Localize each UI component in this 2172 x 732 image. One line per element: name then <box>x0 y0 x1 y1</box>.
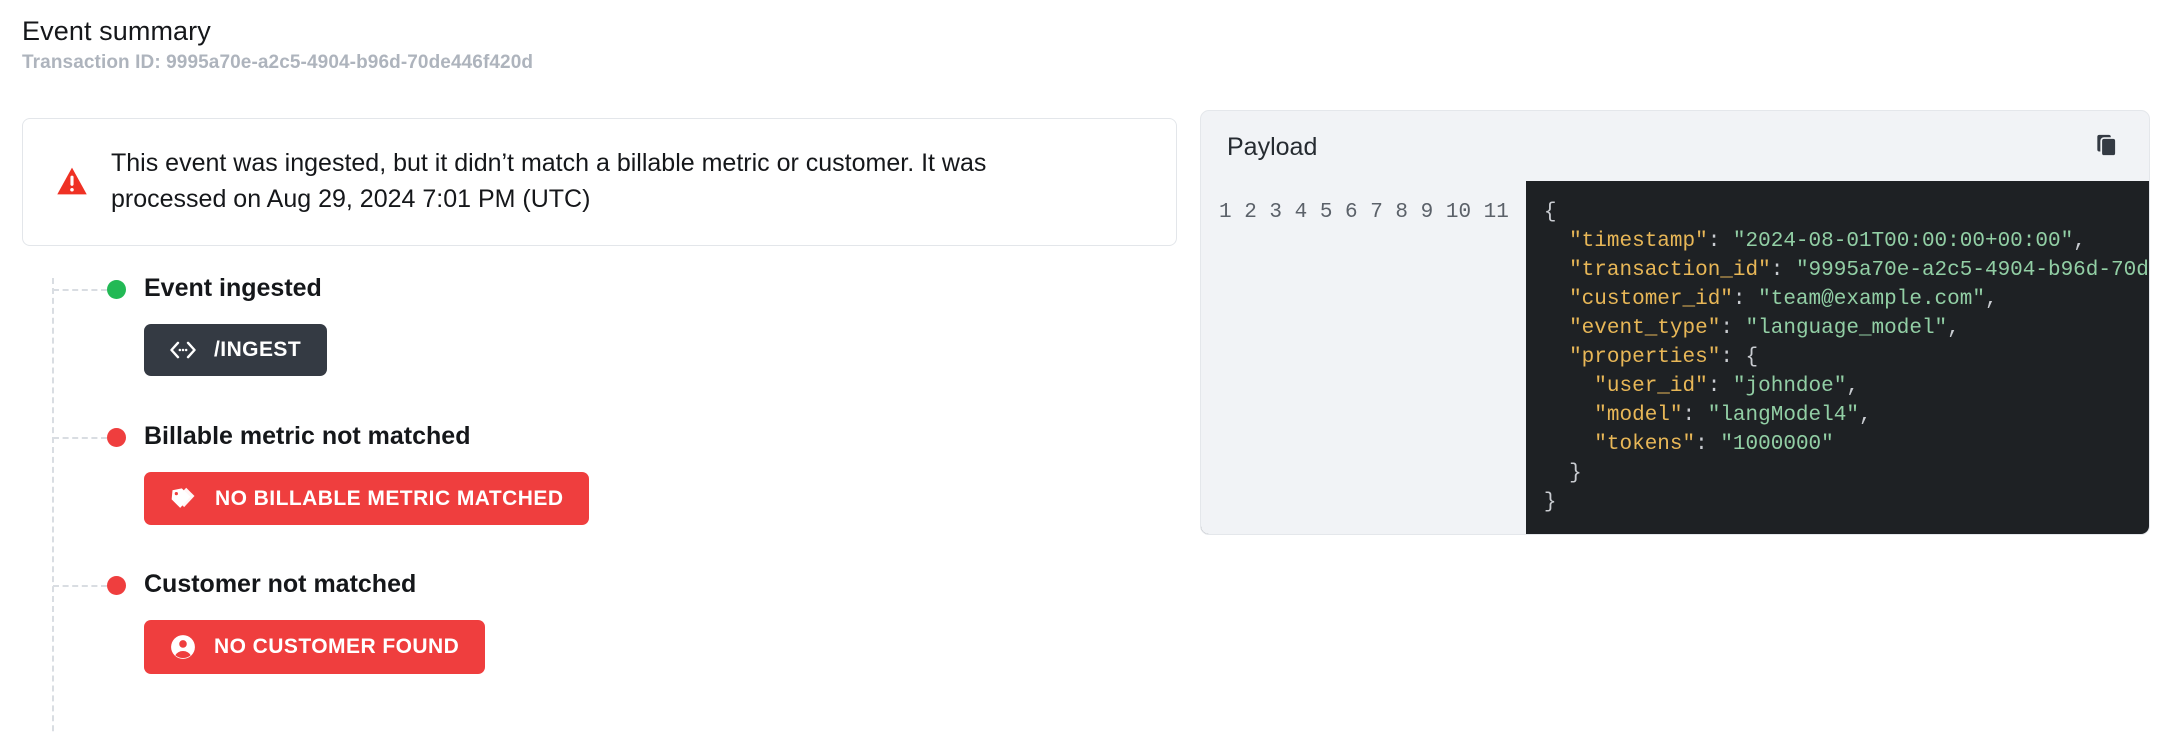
line-number-gutter: 1 2 3 4 5 6 7 8 9 10 11 <box>1201 181 1526 534</box>
timeline-status-dot <box>107 576 126 595</box>
timeline-item-label: Event ingested <box>144 268 1177 305</box>
no-billable-metric-badge[interactable]: NO BILLABLE METRIC MATCHED <box>144 472 589 525</box>
event-status-alert: This event was ingested, but it didn’t m… <box>22 118 1177 246</box>
event-detail-column: This event was ingested, but it didn’t m… <box>22 118 1177 684</box>
timeline-branch <box>53 437 107 439</box>
ingest-badge-label: /INGEST <box>214 338 301 362</box>
no-billable-metric-badge-label: NO BILLABLE METRIC MATCHED <box>215 487 563 511</box>
timeline-item-event-ingested: Event ingested /INGEST <box>22 268 1177 416</box>
payload-title: Payload <box>1227 132 1317 162</box>
timeline-branch <box>53 289 107 291</box>
copy-payload-button[interactable] <box>2089 130 2123 164</box>
ingest-badge[interactable]: /INGEST <box>144 324 327 376</box>
warning-triangle-icon <box>55 164 89 198</box>
payload-header: Payload <box>1201 111 2149 181</box>
page-title: Event summary <box>22 14 533 48</box>
code-brackets-icon <box>170 341 196 359</box>
payload-json: { "timestamp": "2024-08-01T00:00:00+00:0… <box>1526 181 2149 534</box>
event-timeline: Event ingested /INGEST <box>22 268 1177 684</box>
payload-code-block[interactable]: 1 2 3 4 5 6 7 8 9 10 11 { "timestamp": "… <box>1201 181 2149 534</box>
alert-message: This event was ingested, but it didn’t m… <box>111 145 1091 217</box>
timeline-status-dot <box>107 280 126 299</box>
timeline-item-label: Customer not matched <box>144 564 1177 601</box>
account-circle-icon <box>170 634 196 660</box>
timeline-item-label: Billable metric not matched <box>144 416 1177 453</box>
event-summary-page: Event summary Transaction ID: 9995a70e-a… <box>0 0 2172 732</box>
no-customer-found-badge[interactable]: NO CUSTOMER FOUND <box>144 620 485 674</box>
timeline-item-billable-metric: Billable metric not matched NO BILLABLE … <box>22 416 1177 564</box>
payload-panel: Payload 1 2 3 4 5 6 7 8 9 10 11 { "times… <box>1200 110 2150 535</box>
transaction-id-line: Transaction ID: 9995a70e-a2c5-4904-b96d-… <box>22 50 533 76</box>
copy-icon <box>2093 132 2119 163</box>
timeline-item-customer: Customer not matched NO CUSTOMER FOUND <box>22 564 1177 684</box>
timeline-branch <box>53 585 107 587</box>
page-header: Event summary Transaction ID: 9995a70e-a… <box>22 14 533 76</box>
no-customer-found-badge-label: NO CUSTOMER FOUND <box>214 635 459 659</box>
timeline-status-dot <box>107 428 126 447</box>
tag-icon <box>170 486 197 511</box>
